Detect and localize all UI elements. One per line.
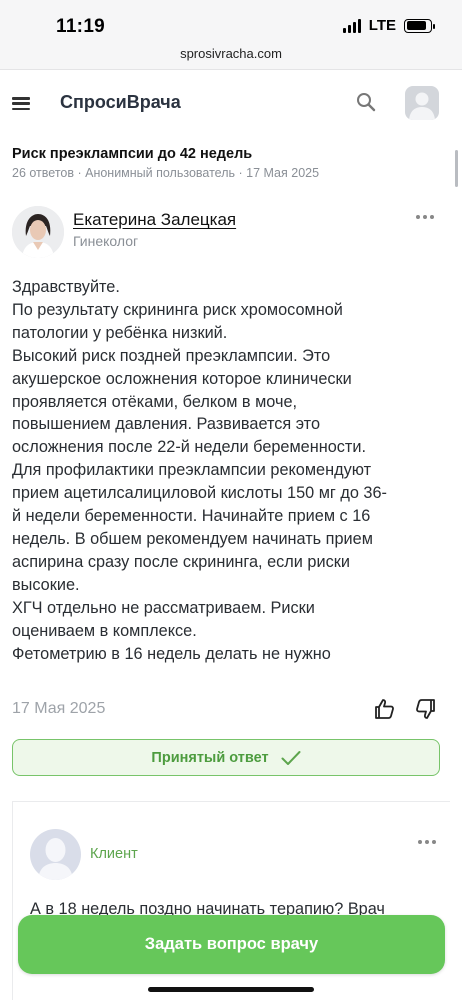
answer-line: патологии у ребёнка низкий. [12, 323, 228, 342]
answer-line: По результату скрининга риск хромосомной [12, 300, 343, 319]
thumbs-down-icon[interactable] [414, 697, 438, 721]
question-meta: 26 ответов · Анонимный пользователь · 17… [12, 166, 320, 180]
search-icon[interactable] [356, 92, 376, 112]
answer-line: акушерское осложнения которое клинически [12, 369, 352, 388]
status-time: 11:19 [56, 16, 106, 37]
answer-date: 17 Мая 2025 [12, 700, 106, 717]
ask-doctor-button[interactable]: Задать вопрос врачу [18, 915, 445, 974]
battery-level [406, 21, 427, 30]
signal-icon [342, 18, 361, 33]
url-text: sprosivracha.com [180, 46, 282, 61]
checkmark-icon [281, 750, 301, 765]
answer-line: осложнения после 22-й недели беременност… [12, 438, 366, 457]
answer-line: Высокий риск поздней преэклампсии. Это [12, 346, 331, 365]
client-avatar [30, 829, 81, 880]
doctor-name-link[interactable]: Екатерина Залецкая [73, 210, 236, 230]
answer-body: Здравствуйте. По результату скрининга рис… [12, 276, 442, 665]
accepted-answer-badge: Принятый ответ [12, 739, 440, 776]
accepted-answer-label: Принятый ответ [151, 749, 269, 766]
answer-line: аспирина сразу после скрининга, если рис… [12, 552, 350, 571]
answer-line: Для профилактики преэклампсии рекомендую… [12, 461, 372, 480]
answer-line: повышением давления. Развивается это [12, 415, 320, 434]
answer-line: оцениваем в комплексе. [12, 621, 197, 640]
status-indicators: LTE [342, 17, 435, 34]
answer-line: высокие. [12, 575, 80, 594]
doctor-specialty: Гинеколог [73, 233, 139, 249]
thumbs-up-icon[interactable] [372, 697, 396, 721]
answer-line: ХГЧ отдельно не рассматриваем. Риски [12, 598, 315, 617]
address-bar[interactable]: sprosivracha.com [0, 44, 462, 70]
answer-line: проявляется отёками, белком в моче, [12, 392, 298, 411]
status-bar: 11:19 LTE [0, 0, 462, 44]
client-silhouette-icon [38, 838, 73, 880]
question-title: Риск преэклампсии до 42 недель [12, 146, 253, 162]
brand-logo[interactable]: СпросиВрача [60, 92, 181, 113]
user-silhouette-icon [409, 92, 435, 120]
client-more-options-icon[interactable] [418, 840, 436, 844]
more-options-icon[interactable] [416, 215, 434, 219]
user-avatar[interactable] [405, 86, 439, 120]
battery-icon [404, 18, 435, 33]
client-label: Клиент [90, 846, 138, 862]
home-indicator [148, 987, 314, 992]
hamburger-menu-icon[interactable] [12, 97, 30, 110]
network-type: LTE [368, 17, 396, 34]
answer-line: Здравствуйте. [12, 278, 120, 296]
doctor-photo-icon [12, 206, 64, 258]
answer-line: недель. В обшем рекомендуем начинать при… [12, 529, 373, 548]
app-header: СпросиВрача [0, 72, 462, 134]
doctor-avatar[interactable] [12, 206, 64, 258]
answer-line: прием ацетилсалициловой кислоты 150 мг д… [12, 484, 387, 503]
scrollbar[interactable] [455, 150, 458, 187]
answer-line: й недели беременности. Начинайте прием с… [12, 507, 371, 526]
answer-line: Фетометрию в 16 недель делать не нужно [12, 644, 331, 663]
